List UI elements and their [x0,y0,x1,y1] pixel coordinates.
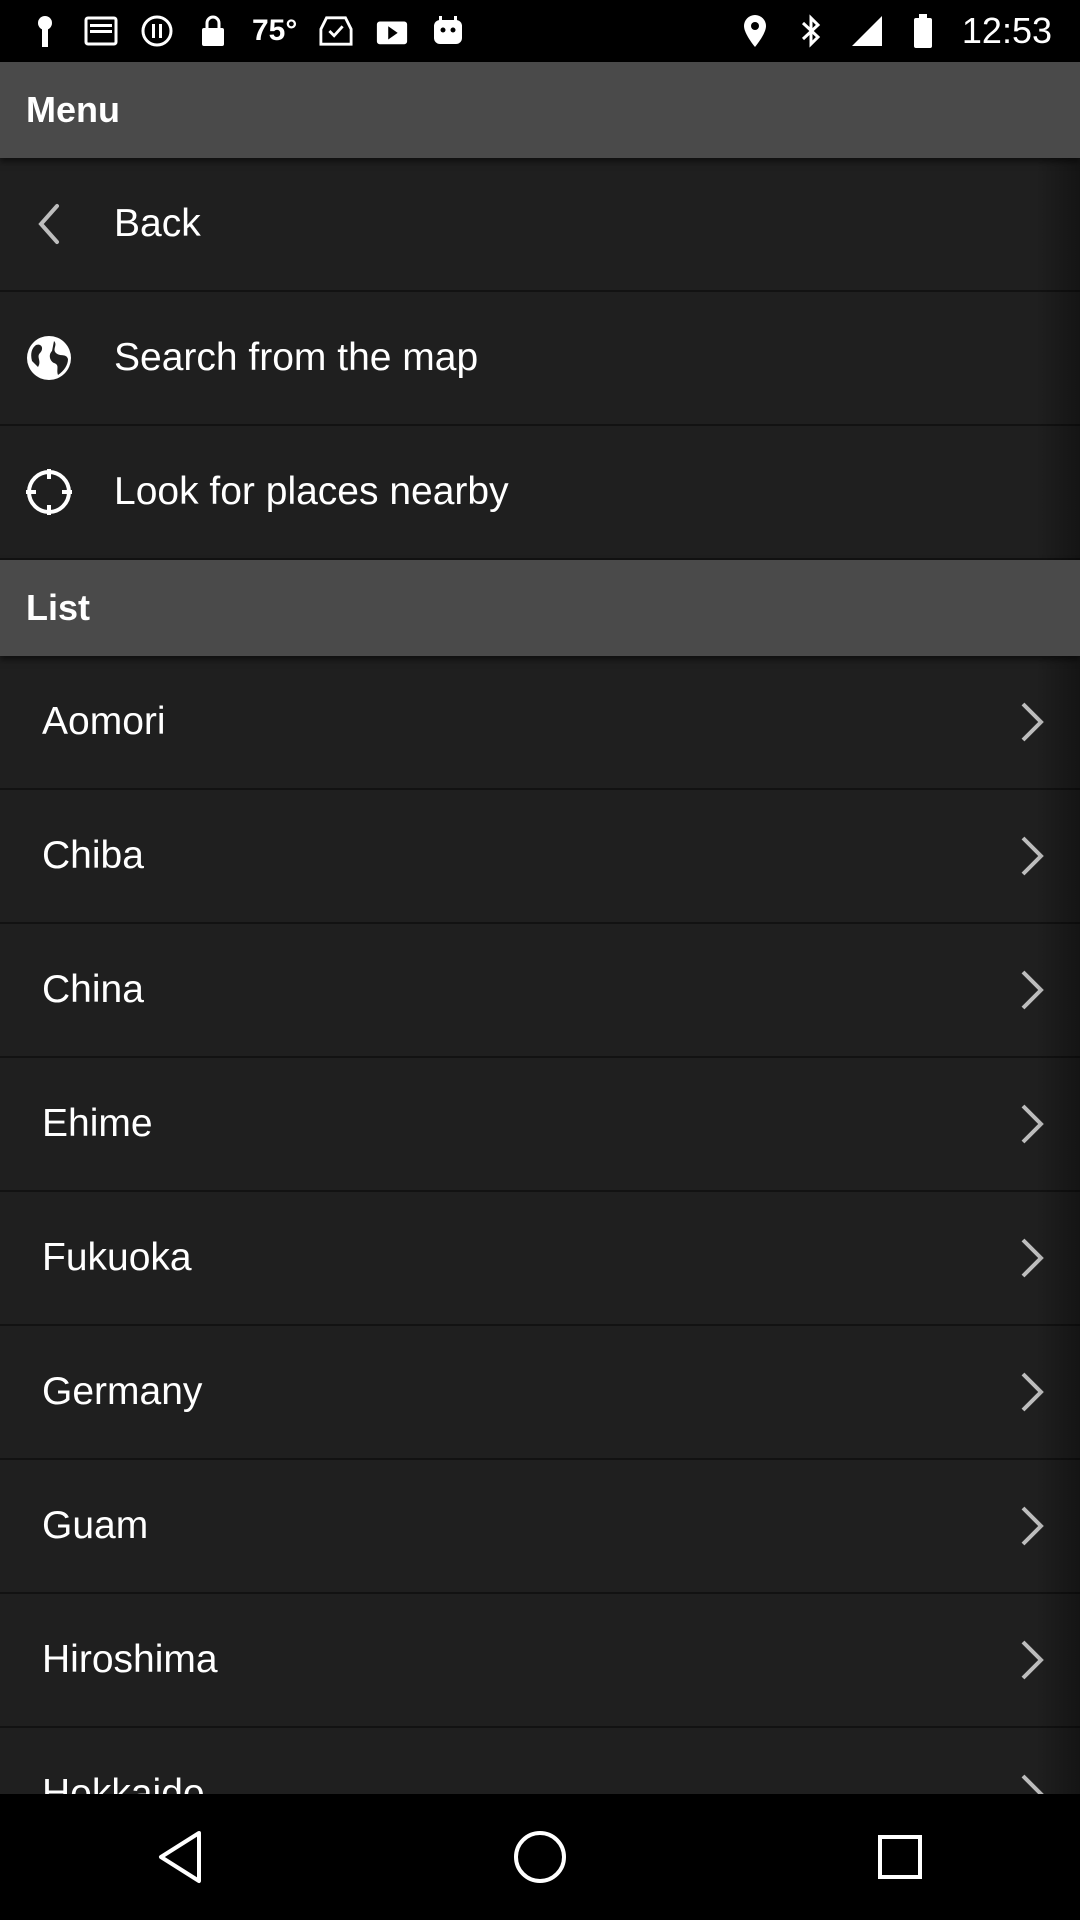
list-item-label: Hokkaido [42,1772,205,1794]
location-icon [738,13,772,49]
menu-item-label: Back [114,202,201,245]
chevron-right-icon [1012,1366,1052,1418]
list-item-fukuoka[interactable]: Fukuoka [0,1192,1080,1326]
recents-nav-icon[interactable] [855,1812,945,1902]
temperature: 75° [252,14,298,47]
list-item-label: Hiroshima [42,1638,218,1681]
crosshair-icon [18,461,80,523]
chevron-right-icon [1012,1232,1052,1284]
chevron-right-icon [1012,1768,1052,1794]
menu-item-search-map[interactable]: Search from the map [0,292,1080,426]
list-section-header: List [0,560,1080,656]
chevron-right-icon [1012,1634,1052,1686]
list-item-aomori[interactable]: Aomori [0,656,1080,790]
list-item-label: Aomori [42,700,166,743]
notification-icon [28,13,62,49]
menu-section-header: Menu [0,62,1080,158]
list-item-label: Fukuoka [42,1236,192,1279]
system-nav-bar [0,1794,1080,1920]
list-item-label: Ehime [42,1102,153,1145]
clock: 12:53 [961,10,1052,51]
status-bar: 75° 12:53 [0,0,1080,62]
chevron-right-icon [1012,696,1052,748]
menu-item-places-nearby[interactable]: Look for places nearby [0,426,1080,560]
list-item-chiba[interactable]: Chiba [0,790,1080,924]
list-item-label: Guam [42,1504,149,1547]
list-item-guam[interactable]: Guam [0,1460,1080,1594]
list-item-hokkaido[interactable]: Hokkaido [0,1728,1080,1794]
robot-icon [431,13,465,49]
globe-icon [18,327,80,389]
menu-item-back[interactable]: Back [0,158,1080,292]
chevron-right-icon [1012,830,1052,882]
navigation-drawer: Menu Back Search from the map Look for p… [0,62,1080,1794]
back-arrow-icon [18,193,80,255]
list-item-label: Germany [42,1370,203,1413]
back-nav-icon[interactable] [135,1812,225,1902]
list-item-ehime[interactable]: Ehime [0,1058,1080,1192]
list-item-label: Chiba [42,834,144,877]
inbox-icon [84,13,118,49]
play-store-icon [375,13,409,49]
list-item-hiroshima[interactable]: Hiroshima [0,1594,1080,1728]
chevron-right-icon [1012,964,1052,1016]
alert-icon [140,13,174,49]
chevron-right-icon [1012,1098,1052,1150]
list-item-label: China [42,968,144,1011]
inbox-check-icon [319,13,353,49]
list-item-germany[interactable]: Germany [0,1326,1080,1460]
bluetooth-icon [794,13,828,49]
menu-item-label: Search from the map [114,336,479,379]
battery-icon [906,13,940,49]
chevron-right-icon [1012,1500,1052,1552]
lock-icon [196,13,230,49]
signal-icon [850,13,884,49]
menu-item-label: Look for places nearby [114,470,509,513]
home-nav-icon[interactable] [495,1812,585,1902]
list-item-china[interactable]: China [0,924,1080,1058]
